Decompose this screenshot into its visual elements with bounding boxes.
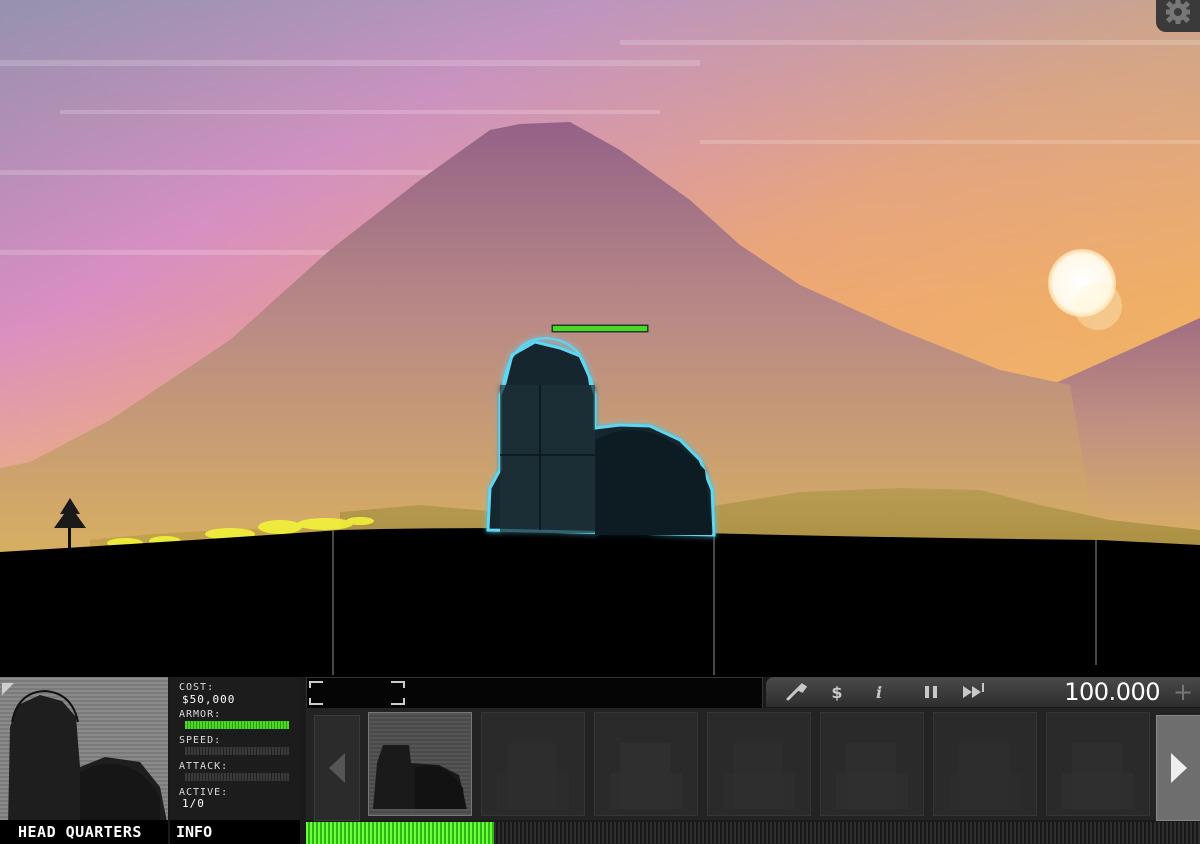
- locked-unit-icon: [610, 743, 682, 809]
- armor-label: ARMOR:: [179, 709, 222, 720]
- gear-icon: [1165, 0, 1191, 24]
- locked-unit-icon: [949, 743, 1021, 809]
- armor-bar-fill: [185, 721, 289, 729]
- arrow-left-icon: [329, 753, 345, 783]
- plus-icon[interactable]: +: [1170, 677, 1196, 707]
- locked-unit-icon: [836, 743, 908, 809]
- arrow-right-icon: [1171, 753, 1187, 783]
- info-icon[interactable]: i: [864, 681, 894, 703]
- battlefield: [0, 0, 1200, 680]
- build-slot[interactable]: [933, 712, 1037, 816]
- armor-bar: [185, 721, 289, 729]
- selected-unit-name: HEAD QUARTERS: [0, 820, 168, 844]
- dollar-icon[interactable]: $: [822, 681, 852, 703]
- cost-value: $50,000: [182, 693, 236, 706]
- cost-label: COST:: [179, 682, 215, 693]
- hud-panel: HEAD QUARTERS COST: $50,000 ARMOR: SPEED…: [0, 677, 1200, 844]
- build-slot[interactable]: [1046, 712, 1150, 816]
- money-counter: 100.000: [1064, 678, 1160, 706]
- svg-text:i: i: [876, 683, 882, 702]
- scroll-left-button[interactable]: [314, 715, 360, 821]
- selected-unit-portrait: HEAD QUARTERS: [0, 677, 168, 844]
- message-box: [306, 677, 763, 709]
- build-menu: [306, 708, 1200, 821]
- locked-unit-icon: [497, 743, 569, 809]
- speed-bar: [185, 747, 289, 755]
- build-progress-fill: [306, 822, 494, 844]
- head-quarters-thumbnail: [2, 683, 168, 827]
- attack-label: ATTACK:: [179, 761, 229, 772]
- speed-label: SPEED:: [179, 735, 222, 746]
- build-slot[interactable]: [368, 712, 472, 816]
- active-value: 1/0: [182, 797, 205, 810]
- locked-unit-icon: [1062, 743, 1134, 809]
- build-slot[interactable]: [481, 712, 585, 816]
- build-slot[interactable]: [594, 712, 698, 816]
- build-slot[interactable]: [820, 712, 924, 816]
- unit-stats-panel: COST: $50,000 ARMOR: SPEED: ATTACK: ACTI…: [170, 677, 300, 820]
- wrench-icon[interactable]: [780, 681, 810, 703]
- svg-text:$: $: [831, 683, 842, 702]
- settings-button[interactable]: [1156, 0, 1200, 32]
- selection-bracket-icon: [309, 681, 405, 705]
- build-progress-bar: [306, 822, 1200, 844]
- hq-health-bar: [551, 324, 649, 333]
- info-tab[interactable]: INFO: [170, 820, 300, 844]
- ground: [0, 528, 1200, 680]
- locked-unit-icon: [723, 743, 795, 809]
- scroll-right-button[interactable]: [1156, 715, 1200, 821]
- build-slot[interactable]: [707, 712, 811, 816]
- fast-forward-icon[interactable]: [958, 681, 988, 703]
- attack-bar: [185, 773, 289, 781]
- pause-icon[interactable]: [916, 681, 946, 703]
- head-quarters-slot-icon: [373, 745, 467, 809]
